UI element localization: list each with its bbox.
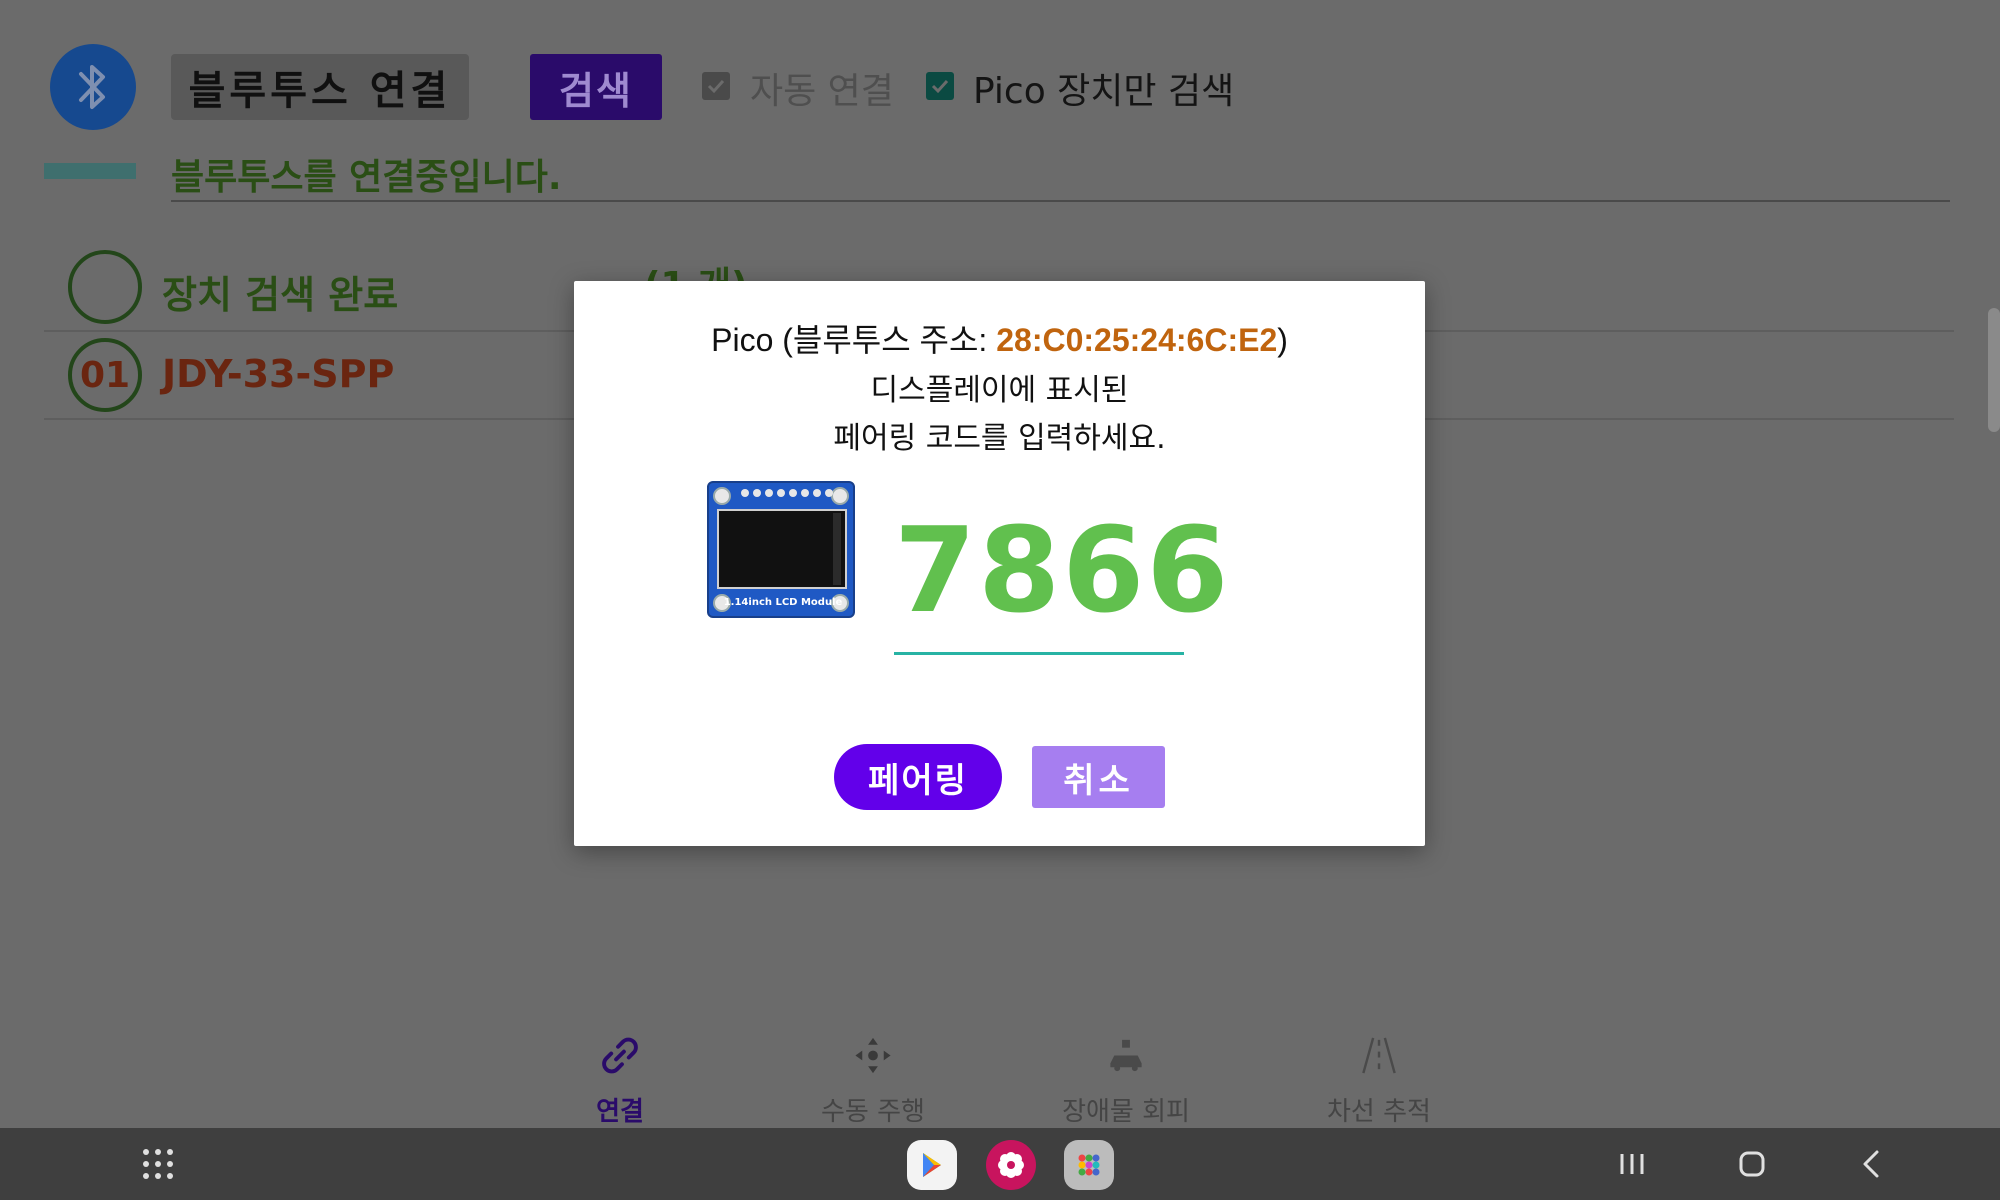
app-grid-icon[interactable]	[140, 1146, 176, 1182]
search-button[interactable]: 검색	[530, 54, 662, 120]
dialog-title-suffix: )	[1277, 322, 1288, 358]
cancel-button[interactable]: 취소	[1032, 746, 1165, 808]
pico-only-label: Pico 장치만 검색	[973, 71, 1235, 112]
device-index-badge: 01	[68, 338, 142, 412]
bottom-tab-bar: 연결 수동 주행 장애물 회피 차선 추적	[0, 1020, 2000, 1128]
bluetooth-connect-button[interactable]: 블루투스 연결	[171, 54, 469, 120]
lcd-screen	[717, 509, 847, 589]
pairing-code-underline	[894, 652, 1184, 655]
link-icon	[602, 1037, 638, 1074]
home-icon[interactable]	[1732, 1144, 1772, 1184]
auto-connect-label: 자동 연결	[750, 71, 894, 112]
connection-progress-bar	[44, 163, 136, 179]
tab-manual-drive[interactable]: 수동 주행	[773, 1020, 973, 1128]
app-folder-icon[interactable]	[1064, 1140, 1114, 1190]
lcd-module-label: 1.14inch LCD Module	[723, 597, 843, 608]
auto-connect-checkbox[interactable]	[702, 72, 730, 100]
lane-road-icon	[1362, 1037, 1396, 1074]
scrollbar-thumb[interactable]	[1988, 308, 2000, 432]
dialog-title: Pico (블루투스 주소: 28:C0:25:24:6C:E2)	[574, 315, 1425, 361]
dialog-title-prefix: Pico (블루투스 주소:	[711, 322, 997, 358]
dialog-message-line2: 페어링 코드를 입력하세요.	[833, 421, 1166, 456]
recent-apps-icon[interactable]	[1612, 1144, 1652, 1184]
tab-label: 연결	[596, 1097, 644, 1127]
back-icon[interactable]	[1852, 1144, 1892, 1184]
dialog-message-line1: 디스플레이에 표시된	[870, 373, 1129, 408]
pairing-dialog: Pico (블루투스 주소: 28:C0:25:24:6C:E2) 디스플레이에…	[574, 281, 1425, 846]
pairing-code-input[interactable]: 7866	[894, 501, 1228, 639]
play-store-icon[interactable]	[907, 1140, 957, 1190]
search-complete-ring-icon	[68, 250, 142, 324]
lcd-module-image: 1.14inch LCD Module	[707, 481, 855, 618]
tab-label: 장애물 회피	[1062, 1097, 1190, 1127]
flower-app-icon[interactable]	[986, 1140, 1036, 1190]
system-nav-bar	[0, 1128, 2000, 1200]
status-text: 블루투스를 연결중입니다.	[171, 157, 562, 198]
device-name: JDY-33-SPP	[162, 352, 395, 396]
car-obstacle-icon	[1110, 1039, 1142, 1072]
bluetooth-address: 28:C0:25:24:6C:E2	[996, 322, 1278, 358]
checkmark-icon	[931, 79, 949, 94]
tab-connect[interactable]: 연결	[520, 1020, 720, 1128]
tab-obstacle-avoid[interactable]: 장애물 회피	[1026, 1020, 1226, 1128]
checkmark-icon	[707, 79, 725, 94]
tab-label: 차선 추적	[1327, 1097, 1431, 1127]
device-list-title: 장치 검색 완료	[162, 273, 399, 317]
tab-label: 수동 주행	[821, 1097, 925, 1127]
bluetooth-icon	[50, 44, 136, 130]
pair-button[interactable]: 페어링	[834, 744, 1002, 810]
tab-lane-tracking[interactable]: 차선 추적	[1279, 1020, 1479, 1128]
pico-only-checkbox[interactable]	[926, 72, 954, 100]
divider	[171, 200, 1950, 202]
move-arrows-icon	[855, 1037, 891, 1074]
